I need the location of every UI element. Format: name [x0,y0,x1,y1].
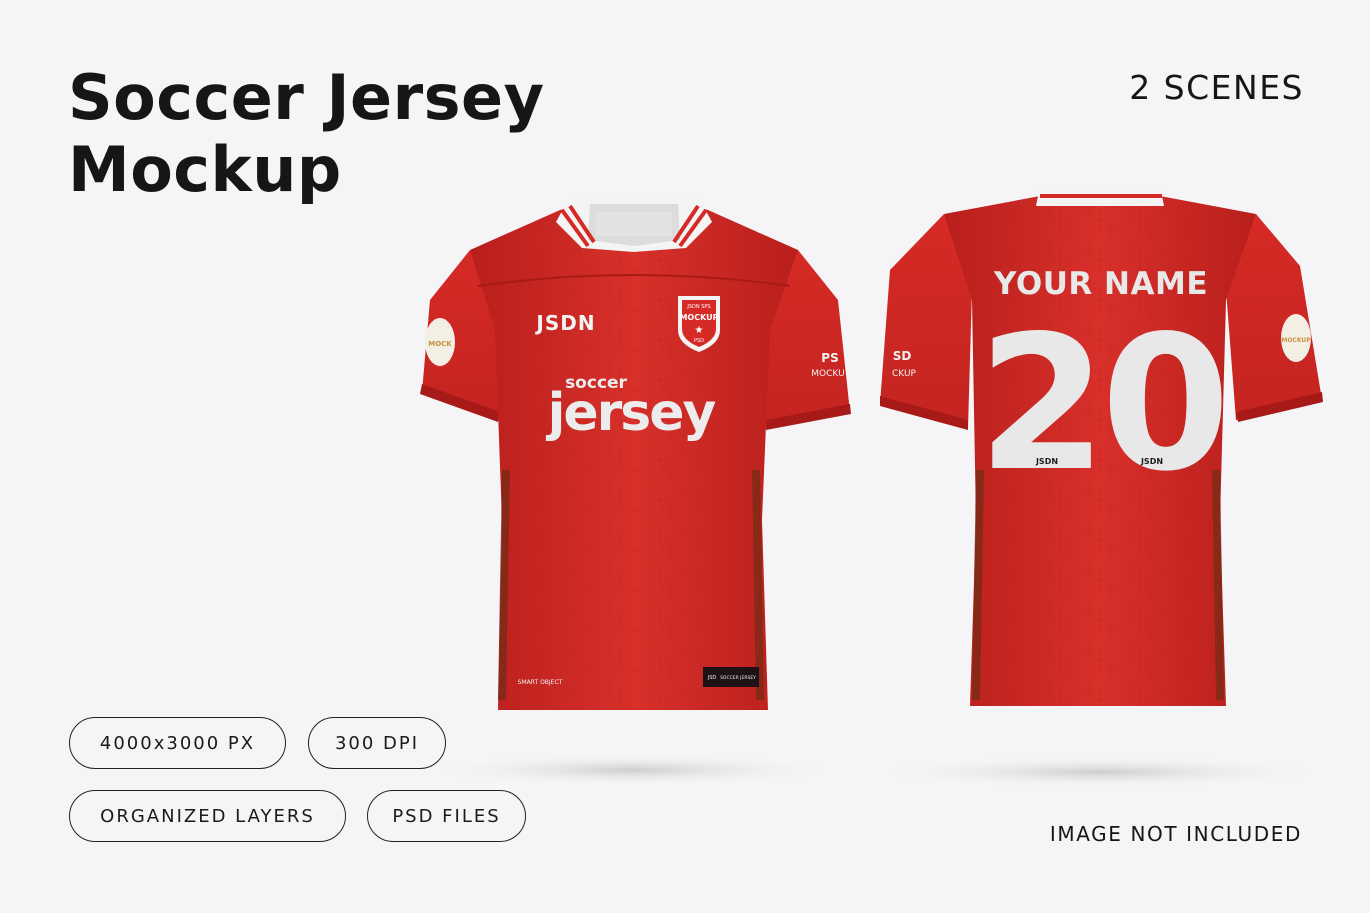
back-number-logo-left: JSDN [1035,457,1058,466]
crest-main-text: MOCKUP [679,313,718,322]
svg-text:MOCK: MOCK [428,340,452,348]
front-hem-text: SMART OBJECT [518,679,563,686]
front-jersey: MOCK JSDN JSDN SPS MOCKUP ★ PSD soccer j… [420,196,851,710]
front-brand-logo: JSDN [534,311,595,335]
crest-bottom-text: PSD [694,338,704,344]
back-patch-text: MOCKUP [1281,337,1311,344]
back-player-number: 20 [978,295,1225,512]
front-sleeve-text-1: PS [821,351,838,365]
back-sleeve-text-2: CKUP [892,369,917,379]
crest-top-text: JSDN SPS [686,304,710,310]
svg-text:★: ★ [695,325,704,336]
back-jersey: YOUR NAME 20 JSDN JSDN SD CKUP MOCKUP [880,186,1323,706]
front-jersey-shadow [422,754,842,786]
svg-text:JSD: JSD [707,675,717,681]
front-tag-text: SOCCER JERSEY [720,675,756,681]
back-sleeve-text-1: SD [893,349,912,363]
jersey-illustration: MOCK JSDN JSDN SPS MOCKUP ★ PSD soccer j… [420,186,1330,788]
front-print-big: jersey [546,383,716,443]
back-number-logo-right: JSDN [1140,457,1163,466]
front-sleeve-text-2: MOCKU [811,369,844,379]
back-jersey-shadow [870,756,1330,788]
